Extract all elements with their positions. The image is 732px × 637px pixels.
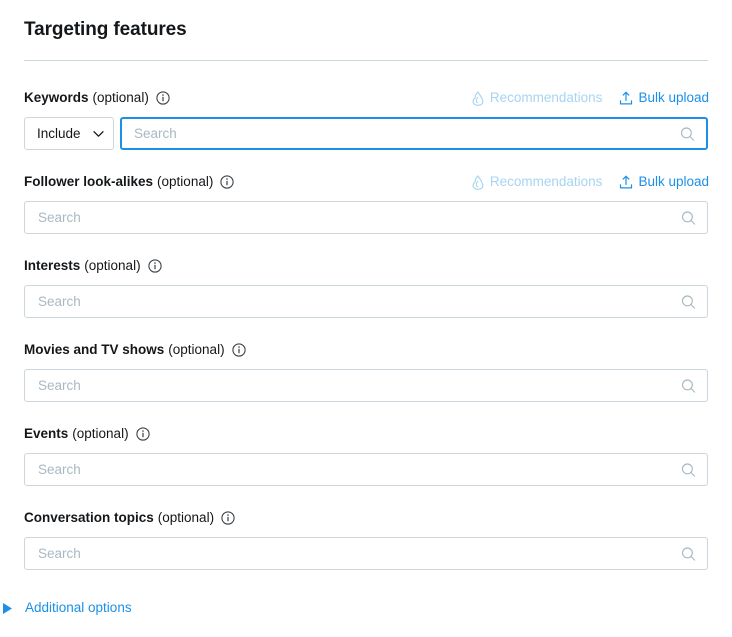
input-row-follower-look-alikes: [21, 201, 711, 234]
triangle-right-icon: [3, 602, 12, 614]
field-optional-text: (optional): [84, 258, 141, 273]
field-header-movies-and-tv-shows: Movies and TV shows (optional): [21, 340, 711, 360]
field-optional-text: (optional): [92, 90, 149, 105]
search-input-conversation-topics[interactable]: [25, 538, 707, 569]
field-group-events: Events (optional): [21, 402, 711, 486]
info-icon[interactable]: [221, 511, 235, 525]
field-label-text: Follower look-alikes: [24, 174, 154, 189]
field-label-conversation-topics: Conversation topics (optional): [24, 508, 235, 528]
input-row-keywords: Include: [21, 117, 711, 150]
search-input-interests[interactable]: [25, 286, 707, 317]
search-field-keywords[interactable]: [120, 117, 708, 150]
search-input-keywords[interactable]: [122, 119, 706, 148]
panel-header: Targeting features: [0, 0, 732, 61]
field-label-follower-look-alikes: Follower look-alikes (optional): [24, 172, 234, 192]
bulk-upload-label: Bulk upload: [638, 90, 709, 105]
chevron-down-icon: [93, 130, 104, 138]
search-field-follower-look-alikes[interactable]: [24, 201, 708, 234]
field-label-keywords: Keywords (optional): [24, 88, 170, 108]
bulk-upload-link[interactable]: Bulk upload: [619, 172, 709, 192]
field-optional-text: (optional): [157, 174, 214, 189]
info-icon[interactable]: [231, 343, 246, 357]
flame-icon: [471, 174, 485, 190]
field-label-text: Keywords: [24, 90, 89, 105]
field-label-text: Interests: [24, 258, 81, 273]
additional-options-label: Additional options: [25, 600, 132, 615]
field-label-events: Events (optional): [24, 424, 150, 444]
flame-icon: [471, 90, 485, 106]
info-icon[interactable]: [156, 91, 170, 105]
field-header-conversation-topics: Conversation topics (optional): [21, 508, 711, 528]
search-input-events[interactable]: [25, 454, 707, 485]
input-row-movies-and-tv-shows: [21, 369, 711, 402]
search-input-follower-look-alikes[interactable]: [25, 202, 707, 233]
field-label-text: Conversation topics: [24, 510, 154, 525]
info-icon[interactable]: [220, 175, 234, 189]
field-group-keywords: Keywords (optional) Recommendations Bulk up…: [21, 61, 711, 150]
targeting-features-panel: Targeting features Keywords (optional) Rec…: [0, 0, 732, 637]
field-label-interests: Interests (optional): [24, 256, 162, 276]
input-row-events: [21, 453, 711, 486]
recommendations-label: Recommendations: [489, 90, 603, 105]
upload-icon: [619, 91, 633, 106]
include-exclude-value: Include: [37, 126, 81, 141]
search-field-movies-and-tv-shows[interactable]: [24, 369, 708, 402]
page-title: Targeting features: [24, 19, 187, 40]
info-icon[interactable]: [147, 259, 162, 273]
targeting-fields-list: Keywords (optional) Recommendations Bulk up…: [0, 61, 732, 570]
recommendations-link[interactable]: Recommendations: [471, 88, 603, 108]
field-label-text: Events: [24, 426, 69, 441]
field-group-conversation-topics: Conversation topics (optional): [21, 486, 711, 570]
search-input-movies-and-tv-shows[interactable]: [25, 370, 707, 401]
input-row-conversation-topics: [21, 537, 711, 570]
field-label-movies-and-tv-shows: Movies and TV shows (optional): [24, 340, 246, 360]
upload-icon: [619, 175, 633, 190]
info-icon[interactable]: [135, 427, 150, 441]
field-group-movies-and-tv-shows: Movies and TV shows (optional): [21, 318, 711, 402]
include-exclude-select[interactable]: Include: [24, 117, 114, 150]
search-field-events[interactable]: [24, 453, 708, 486]
search-field-interests[interactable]: [24, 285, 708, 318]
field-header-keywords: Keywords (optional) Recommendations Bulk up…: [21, 88, 711, 108]
field-header-events: Events (optional): [21, 424, 711, 444]
field-actions-keywords: Recommendations Bulk upload: [471, 88, 709, 108]
field-label-text: Movies and TV shows: [24, 342, 165, 357]
field-header-follower-look-alikes: Follower look-alikes (optional) Recommenda…: [21, 172, 711, 192]
field-optional-text: (optional): [168, 342, 225, 357]
field-group-follower-look-alikes: Follower look-alikes (optional) Recommenda…: [21, 150, 711, 234]
field-group-interests: Interests (optional): [21, 234, 711, 318]
additional-options-toggle[interactable]: Additional options: [0, 598, 135, 618]
bulk-upload-label: Bulk upload: [638, 174, 709, 189]
input-row-interests: [21, 285, 711, 318]
field-header-interests: Interests (optional): [21, 256, 711, 276]
bulk-upload-link[interactable]: Bulk upload: [619, 88, 709, 108]
recommendations-link[interactable]: Recommendations: [471, 172, 603, 192]
recommendations-label: Recommendations: [489, 174, 603, 189]
field-actions-follower-look-alikes: Recommendations Bulk upload: [471, 172, 709, 192]
field-optional-text: (optional): [157, 510, 215, 525]
field-optional-text: (optional): [72, 426, 129, 441]
search-field-conversation-topics[interactable]: [24, 537, 708, 570]
